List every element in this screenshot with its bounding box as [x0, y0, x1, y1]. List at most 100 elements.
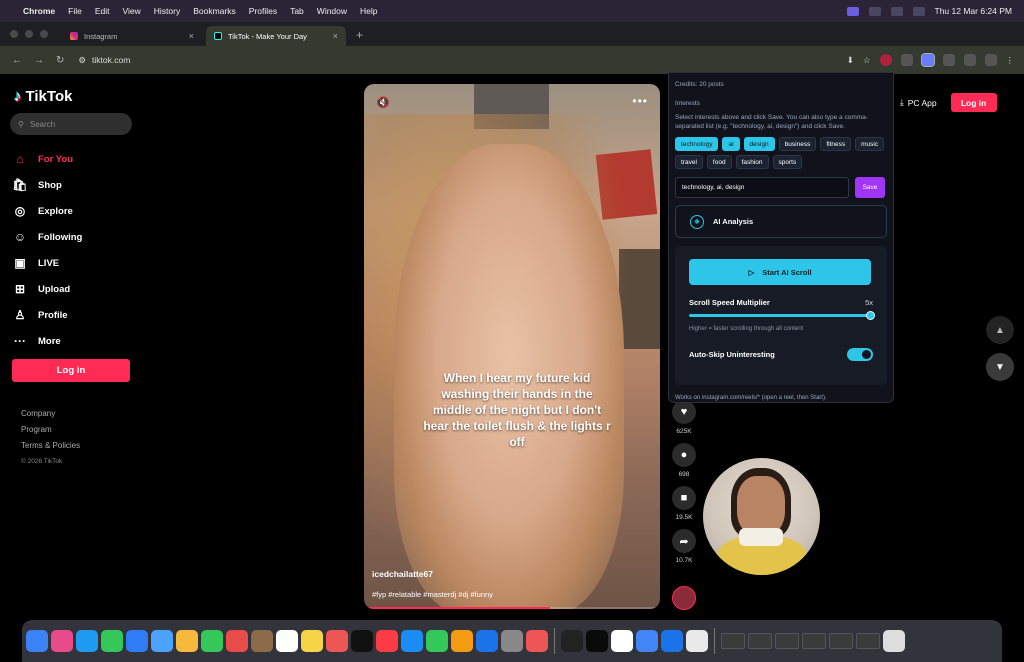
- extensions-puzzle-icon[interactable]: [942, 54, 955, 66]
- close-tab-icon[interactable]: ×: [189, 31, 194, 41]
- interest-chip-sports[interactable]: sports: [772, 155, 803, 169]
- dock-app-icon[interactable]: [226, 630, 248, 652]
- video-username[interactable]: icedchailatte67: [372, 569, 433, 579]
- interest-chip-technology[interactable]: technology: [675, 137, 719, 151]
- minimize-window-button[interactable]: [25, 30, 33, 38]
- video-progress-bar[interactable]: [364, 607, 660, 609]
- interest-chip-fashion[interactable]: fashion: [735, 155, 769, 169]
- dock-app-icon[interactable]: [351, 630, 373, 652]
- menu-chrome[interactable]: Chrome: [23, 6, 55, 16]
- install-app-icon[interactable]: ⬇: [847, 55, 854, 66]
- tab-tiktok[interactable]: TikTok - Make Your Day ×: [206, 26, 346, 46]
- dock-window-thumbnail[interactable]: [721, 633, 745, 649]
- dock-app-icon[interactable]: [426, 630, 448, 652]
- dock-window-thumbnail[interactable]: [775, 633, 799, 649]
- interest-chip-fitness[interactable]: fitness: [820, 137, 852, 151]
- dock-app-icon[interactable]: [451, 630, 473, 652]
- menu-window[interactable]: Window: [317, 6, 347, 16]
- dock-window-thumbnail[interactable]: [829, 633, 853, 649]
- dock-app-icon[interactable]: [561, 630, 583, 652]
- dock-window-thumbnail[interactable]: [802, 633, 826, 649]
- menu-bookmarks[interactable]: Bookmarks: [193, 6, 236, 16]
- footer-link-terms[interactable]: Terms & Policies: [21, 438, 80, 454]
- creator-avatar[interactable]: [672, 586, 696, 610]
- wifi-icon[interactable]: [890, 6, 903, 16]
- new-tab-button[interactable]: +: [356, 28, 363, 42]
- tiktok-logo[interactable]: ♪ TikTok: [14, 88, 72, 105]
- dock-app-icon[interactable]: [51, 630, 73, 652]
- forward-icon[interactable]: →: [34, 55, 44, 66]
- nav-item-profile[interactable]: ♙ Profile: [12, 302, 82, 328]
- dock-app-icon[interactable]: [151, 630, 173, 652]
- nav-item-live[interactable]: ▣ LIVE: [12, 250, 82, 276]
- dock-app-icon[interactable]: [611, 630, 633, 652]
- dock-app-icon[interactable]: [636, 630, 658, 652]
- interest-chip-travel[interactable]: travel: [675, 155, 703, 169]
- save-button[interactable]: Save: [855, 177, 885, 198]
- profile-avatar-icon[interactable]: [984, 54, 997, 66]
- heart-icon[interactable]: ♥: [672, 400, 696, 424]
- dock-app-icon[interactable]: [586, 630, 608, 652]
- zoom-window-button[interactable]: [40, 30, 48, 38]
- share-icon[interactable]: ➦: [672, 529, 696, 553]
- menu-help[interactable]: Help: [360, 6, 377, 16]
- nav-item-more[interactable]: ··· More: [12, 328, 82, 354]
- side-panel-icon[interactable]: [963, 54, 976, 66]
- auto-skip-toggle[interactable]: [847, 348, 873, 361]
- dock-app-icon[interactable]: [326, 630, 348, 652]
- chrome-menu-icon[interactable]: ⋮: [1006, 55, 1015, 66]
- chevron-down-icon[interactable]: ▼: [986, 353, 1014, 381]
- dock-app-icon[interactable]: [401, 630, 423, 652]
- interest-chip-food[interactable]: food: [706, 155, 732, 169]
- screen-record-icon[interactable]: [846, 6, 859, 16]
- close-tab-icon[interactable]: ×: [333, 31, 338, 41]
- mute-icon[interactable]: 🔇: [376, 96, 390, 109]
- dock-window-thumbnail[interactable]: [856, 633, 880, 649]
- pc-app-button[interactable]: ⤓ PC App: [900, 97, 937, 108]
- status-icon[interactable]: [868, 6, 881, 16]
- menu-history[interactable]: History: [154, 6, 180, 16]
- dock-app-icon[interactable]: [251, 630, 273, 652]
- url-field[interactable]: ⚙ tiktok.com: [78, 55, 130, 66]
- trash-icon[interactable]: [883, 630, 905, 652]
- dock-app-icon[interactable]: [201, 630, 223, 652]
- search-input[interactable]: ⚲ Search: [10, 113, 132, 135]
- nav-item-upload[interactable]: ⊞ Upload: [12, 276, 82, 302]
- dock-app-icon[interactable]: [126, 630, 148, 652]
- interest-chip-ai[interactable]: ai: [722, 137, 740, 151]
- dock-app-icon[interactable]: [26, 630, 48, 652]
- nav-item-explore[interactable]: ◎ Explore: [12, 198, 82, 224]
- battery-icon[interactable]: [912, 6, 925, 16]
- reload-icon[interactable]: ↻: [56, 55, 64, 66]
- ai-analysis-card[interactable]: ⚛ AI Analysis: [675, 205, 887, 238]
- dock-app-icon[interactable]: [686, 630, 708, 652]
- footer-link-company[interactable]: Company: [21, 406, 80, 422]
- sidebar-login-button[interactable]: Log in: [12, 359, 130, 382]
- bookmark-icon[interactable]: ■: [672, 486, 696, 510]
- speed-slider[interactable]: [689, 311, 875, 320]
- chevron-up-icon[interactable]: ▲: [986, 316, 1014, 344]
- comment-icon[interactable]: ●: [672, 443, 696, 467]
- interest-chip-design[interactable]: design: [743, 137, 775, 151]
- dock-app-icon[interactable]: [501, 630, 523, 652]
- close-window-button[interactable]: [10, 30, 18, 38]
- back-icon[interactable]: ←: [12, 55, 22, 66]
- video-hashtags[interactable]: #fyp #relatable #masterdj #dj #funny: [372, 590, 493, 599]
- dock-app-icon[interactable]: [376, 630, 398, 652]
- start-ai-scroll-button[interactable]: ▷ Start AI Scroll: [689, 259, 871, 285]
- slider-handle[interactable]: [866, 311, 875, 320]
- menu-tab[interactable]: Tab: [290, 6, 304, 16]
- dock-app-icon[interactable]: [476, 630, 498, 652]
- dock-app-icon[interactable]: [76, 630, 98, 652]
- dock-app-icon[interactable]: [176, 630, 198, 652]
- menu-view[interactable]: View: [122, 6, 140, 16]
- video-player[interactable]: 🔇 ••• When I hear my future kid washing …: [364, 84, 660, 609]
- header-login-button[interactable]: Log in: [950, 93, 997, 112]
- menu-profiles[interactable]: Profiles: [249, 6, 277, 16]
- dock-app-icon[interactable]: [301, 630, 323, 652]
- interest-chip-business[interactable]: business: [778, 137, 817, 151]
- menu-file[interactable]: File: [68, 6, 82, 16]
- dock-app-icon[interactable]: [526, 630, 548, 652]
- interests-input[interactable]: [675, 177, 849, 198]
- extension-m-icon[interactable]: [900, 54, 913, 66]
